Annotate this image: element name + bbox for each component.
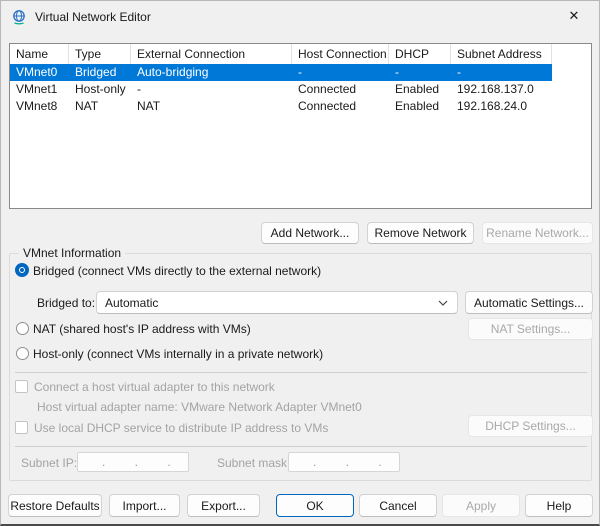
cell-name: VMnet8 [10, 98, 69, 115]
host-only-radio[interactable] [16, 347, 29, 360]
apply-button: Apply [442, 494, 520, 517]
add-network-button[interactable]: Add Network... [261, 222, 359, 244]
import-button[interactable]: Import... [109, 494, 180, 517]
bridged-to-label: Bridged to: [37, 296, 95, 310]
column-header-external-connection[interactable]: External Connection [131, 44, 292, 64]
cell-host: - [292, 64, 389, 81]
column-header-name[interactable]: Name [10, 44, 69, 64]
cell-subnet: 192.168.137.0 [451, 81, 552, 98]
nat-radio[interactable] [16, 322, 29, 335]
subnet-ip-field: . . . [77, 452, 189, 472]
connect-host-adapter-label: Connect a host virtual adapter to this n… [34, 380, 275, 394]
vmnet-information-label: VMnet Information [19, 246, 125, 260]
subnet-mask-label: Subnet mask: [217, 456, 290, 470]
cell-type: NAT [69, 98, 131, 115]
cell-external: - [131, 81, 292, 98]
column-header-type[interactable]: Type [69, 44, 131, 64]
chevron-down-icon [438, 300, 448, 306]
subnet-mask-field: . . . [288, 452, 400, 472]
host-only-radio-label[interactable]: Host-only (connect VMs internally in a p… [33, 347, 323, 361]
separator [15, 372, 587, 373]
table-row-vmnet8[interactable]: VMnet8 NAT NAT Connected Enabled 192.168… [10, 98, 552, 115]
subnet-ip-label: Subnet IP: [21, 456, 77, 470]
cell-subnet: - [451, 64, 552, 81]
globe-network-icon [11, 9, 27, 25]
column-header-subnet-address[interactable]: Subnet Address [451, 44, 552, 64]
virtual-network-editor-window: Virtual Network Editor ✕ Name Type Exter… [0, 0, 600, 526]
cell-dhcp: Enabled [389, 81, 451, 98]
separator [15, 446, 587, 447]
cell-host: Connected [292, 98, 389, 115]
cell-external: Auto-bridging [131, 64, 292, 81]
remove-network-button[interactable]: Remove Network [367, 222, 474, 244]
connect-host-adapter-checkbox [15, 380, 28, 393]
network-list-header: Name Type External Connection Host Conne… [10, 44, 591, 64]
column-header-host-connection[interactable]: Host Connection [292, 44, 389, 64]
bridged-radio-label[interactable]: Bridged (connect VMs directly to the ext… [33, 264, 321, 278]
bridged-to-dropdown[interactable]: Automatic [96, 291, 458, 314]
window-title: Virtual Network Editor [35, 10, 151, 24]
cancel-button[interactable]: Cancel [359, 494, 437, 517]
network-list: Name Type External Connection Host Conne… [9, 43, 592, 209]
table-row-vmnet0[interactable]: VMnet0 Bridged Auto-bridging - - - [10, 64, 552, 81]
nat-settings-button: NAT Settings... [468, 318, 593, 340]
cell-dhcp: - [389, 64, 451, 81]
cell-name: VMnet0 [10, 64, 69, 81]
export-button[interactable]: Export... [187, 494, 260, 517]
cell-host: Connected [292, 81, 389, 98]
ok-button[interactable]: OK [276, 494, 354, 517]
bridged-radio[interactable] [15, 263, 29, 277]
use-local-dhcp-checkbox [15, 421, 28, 434]
dhcp-settings-button: DHCP Settings... [468, 415, 593, 437]
restore-defaults-button[interactable]: Restore Defaults [8, 494, 102, 517]
automatic-settings-button[interactable]: Automatic Settings... [465, 291, 593, 314]
table-row-vmnet1[interactable]: VMnet1 Host-only - Connected Enabled 192… [10, 81, 552, 98]
column-header-filler [552, 44, 591, 64]
cell-type: Bridged [69, 64, 131, 81]
bridged-to-value: Automatic [105, 296, 158, 310]
rename-network-button: Rename Network... [482, 222, 593, 244]
nat-radio-label[interactable]: NAT (shared host's IP address with VMs) [33, 322, 251, 336]
close-icon[interactable]: ✕ [557, 1, 591, 31]
cell-type: Host-only [69, 81, 131, 98]
cell-external: NAT [131, 98, 292, 115]
title-bar: Virtual Network Editor ✕ [1, 1, 599, 33]
use-local-dhcp-label: Use local DHCP service to distribute IP … [34, 421, 328, 435]
cell-subnet: 192.168.24.0 [451, 98, 552, 115]
cell-dhcp: Enabled [389, 98, 451, 115]
column-header-dhcp[interactable]: DHCP [389, 44, 451, 64]
help-button[interactable]: Help [525, 494, 593, 517]
cell-name: VMnet1 [10, 81, 69, 98]
host-adapter-name-text: Host virtual adapter name: VMware Networ… [37, 400, 362, 414]
